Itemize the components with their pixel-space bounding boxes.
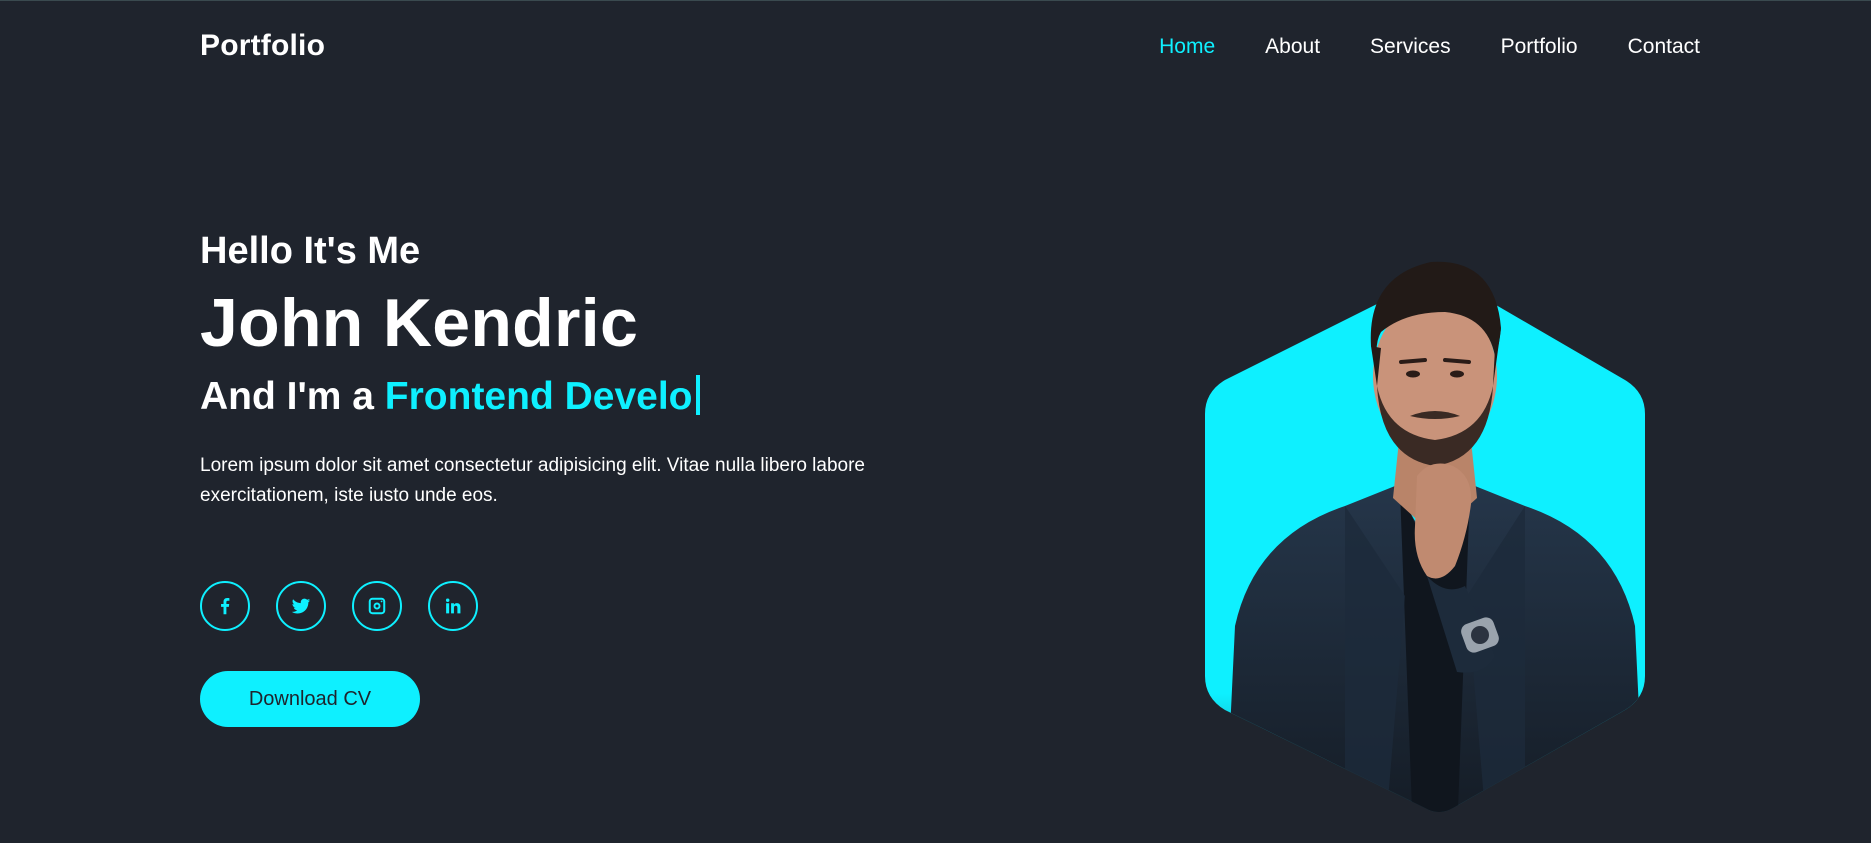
- twitter-icon: [291, 598, 311, 614]
- nav-contact[interactable]: Contact: [1628, 35, 1700, 59]
- profile-image: [1205, 261, 1645, 812]
- linkedin-icon: [445, 598, 461, 614]
- hero-text: Hello It's Me John Kendric And I'm a Fro…: [200, 229, 920, 511]
- instagram-link[interactable]: [352, 581, 402, 631]
- download-cv-button[interactable]: Download CV: [200, 671, 420, 727]
- role-line: And I'm a Frontend Develo: [200, 374, 920, 421]
- role-prefix: And I'm a: [200, 375, 385, 419]
- typed-role: Frontend Develo: [384, 375, 693, 419]
- instagram-icon: [368, 597, 386, 615]
- logo[interactable]: Portfolio: [200, 29, 325, 63]
- site-header: Portfolio Home About Services Portfolio …: [0, 1, 1871, 93]
- facebook-link[interactable]: [200, 581, 250, 631]
- nav-portfolio[interactable]: Portfolio: [1501, 35, 1578, 59]
- hero-name: John Kendric: [200, 284, 639, 361]
- typing-cursor: [695, 375, 700, 416]
- main-nav: Home About Services Portfolio Contact: [1159, 35, 1700, 59]
- nav-home[interactable]: Home: [1159, 35, 1215, 59]
- twitter-link[interactable]: [276, 581, 326, 631]
- linkedin-link[interactable]: [428, 581, 478, 631]
- facebook-icon: [221, 598, 230, 615]
- social-links: [200, 581, 478, 631]
- nav-services[interactable]: Services: [1370, 35, 1451, 59]
- nav-about[interactable]: About: [1265, 35, 1320, 59]
- page: Portfolio Home About Services Portfolio …: [0, 0, 1871, 843]
- greeting: Hello It's Me: [200, 230, 421, 272]
- hero-description: Lorem ipsum dolor sit amet consectetur a…: [200, 454, 865, 506]
